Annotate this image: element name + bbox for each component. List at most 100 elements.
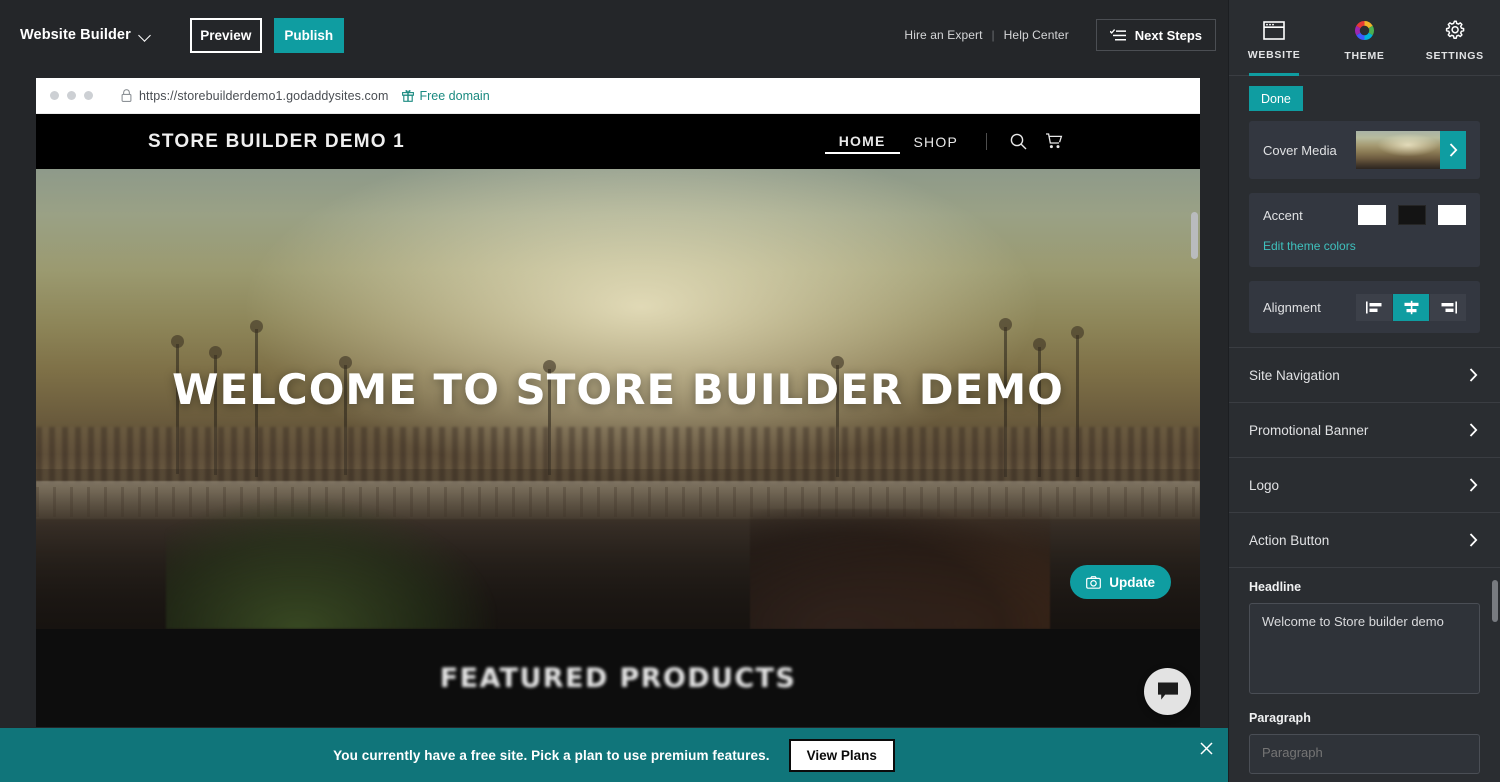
window-dot-maximize (84, 91, 93, 100)
sidebar-item-label: Action Button (1249, 532, 1330, 548)
browser-chrome-bar: https://storebuilderdemo1.godaddysites.c… (36, 78, 1200, 114)
app-root: Website Builder Preview Publish Hire an … (0, 0, 1500, 782)
tab-settings[interactable]: SETTINGS (1410, 0, 1500, 75)
site-header[interactable]: STORE BUILDER DEMO 1 HOME SHOP (36, 114, 1200, 169)
website-builder-menu[interactable]: Website Builder (20, 27, 151, 43)
sidebar-tabs: WEBSITE THEME SETTINGS (1229, 0, 1500, 76)
camera-icon (1086, 575, 1102, 589)
color-wheel-icon (1355, 20, 1374, 40)
top-toolbar-right: Hire an Expert | Help Center Next Steps (895, 19, 1228, 51)
window-dots (50, 91, 93, 100)
banner-message: You currently have a free site. Pick a p… (333, 747, 770, 763)
nav-divider (986, 133, 987, 150)
hire-an-expert-link[interactable]: Hire an Expert (895, 28, 991, 42)
decorative-plant (166, 499, 496, 629)
chevron-right-icon (1469, 533, 1478, 547)
alignment-options (1355, 293, 1466, 321)
hero-section[interactable]: WELCOME TO STORE BUILDER DEMO Update (36, 169, 1200, 629)
featured-products-section[interactable]: FEATURED PRODUCTS (36, 629, 1200, 727)
cover-media-card[interactable]: Cover Media (1249, 121, 1480, 179)
divider (1229, 567, 1500, 568)
paragraph-input[interactable] (1249, 734, 1480, 774)
view-plans-button[interactable]: View Plans (788, 738, 895, 772)
site-navigation: HOME SHOP (824, 129, 1168, 154)
shopping-cart-icon[interactable] (1036, 133, 1072, 150)
gear-icon (1446, 19, 1465, 39)
tab-theme[interactable]: THEME (1319, 0, 1409, 75)
accent-swatch-3[interactable] (1438, 205, 1466, 225)
headline-label: Headline (1249, 580, 1302, 594)
lock-icon (121, 89, 132, 102)
accent-row: Accent (1263, 205, 1466, 225)
paragraph-field-block: Paragraph (1229, 711, 1500, 779)
url-text: https://storebuilderdemo1.godaddysites.c… (139, 88, 389, 103)
chevron-down-icon (140, 30, 151, 41)
featured-products-title: FEATURED PRODUCTS (439, 662, 797, 694)
free-site-banner: You currently have a free site. Pick a p… (0, 728, 1228, 782)
decorative-couple (750, 509, 1050, 629)
sidebar-item-logo[interactable]: Logo (1229, 457, 1500, 512)
site-preview-frame: https://storebuilderdemo1.godaddysites.c… (36, 78, 1200, 727)
site-logo-text[interactable]: STORE BUILDER DEMO 1 (148, 131, 405, 153)
chevron-right-icon[interactable] (1440, 131, 1466, 169)
hero-headline[interactable]: WELCOME TO STORE BUILDER DEMO (36, 365, 1200, 414)
website-canvas[interactable]: STORE BUILDER DEMO 1 HOME SHOP WELCOME T… (36, 114, 1200, 727)
tab-website-label: WEBSITE (1247, 48, 1301, 61)
sidebar-item-site-navigation[interactable]: Site Navigation (1229, 347, 1500, 402)
headline-field-block: Headline (1229, 580, 1500, 699)
thumbnail-highlight (1375, 133, 1440, 157)
tab-settings-label: SETTINGS (1425, 49, 1484, 62)
publish-button[interactable]: Publish (273, 17, 344, 53)
sidebar-item-label: Logo (1249, 477, 1280, 493)
right-sidebar: WEBSITE THEME SETTINGS Done Cover Media … (1228, 0, 1500, 782)
checklist-icon (1109, 28, 1126, 40)
sidebar-item-label: Site Navigation (1249, 367, 1340, 383)
accent-swatches (1358, 205, 1466, 225)
tab-website[interactable]: WEBSITE (1229, 0, 1319, 76)
browser-window-icon (1263, 20, 1285, 40)
done-row: Done (1229, 76, 1500, 121)
preview-button[interactable]: Preview (189, 17, 262, 53)
done-button[interactable]: Done (1249, 86, 1303, 111)
cover-media-label: Cover Media (1263, 142, 1337, 158)
sidebar-item-action-button[interactable]: Action Button (1229, 512, 1500, 567)
alignment-label: Alignment (1263, 299, 1321, 315)
close-icon[interactable] (1196, 738, 1216, 758)
headline-input[interactable] (1249, 603, 1480, 694)
window-dot-minimize (67, 91, 76, 100)
align-center-icon[interactable] (1393, 293, 1429, 321)
top-toolbar: Website Builder Preview Publish Hire an … (0, 0, 1228, 70)
free-domain-link[interactable]: Free domain (402, 88, 490, 103)
sidebar-item-label: Promotional Banner (1249, 422, 1369, 438)
nav-link-home[interactable]: HOME (824, 129, 900, 154)
chat-bubble-icon[interactable] (1144, 668, 1191, 715)
accent-swatch-2[interactable] (1398, 205, 1426, 225)
website-builder-label: Website Builder (20, 27, 131, 43)
tab-theme-label: THEME (1344, 49, 1385, 62)
align-right-icon[interactable] (1430, 293, 1466, 321)
next-steps-button[interactable]: Next Steps (1095, 19, 1216, 51)
help-center-link[interactable]: Help Center (995, 28, 1078, 42)
accent-label: Accent (1263, 207, 1303, 223)
sidebar-item-promotional-banner[interactable]: Promotional Banner (1229, 402, 1500, 457)
paragraph-label: Paragraph (1249, 711, 1311, 725)
update-button-label: Update (1109, 574, 1155, 590)
sidebar-scrollbar[interactable] (1492, 580, 1498, 622)
cover-media-thumbnail[interactable] (1356, 131, 1466, 169)
chevron-right-icon (1469, 368, 1478, 382)
gift-icon (402, 90, 415, 102)
window-dot-close (50, 91, 59, 100)
free-domain-label: Free domain (419, 88, 490, 103)
preview-scrollbar[interactable] (1191, 212, 1198, 259)
address-bar[interactable]: https://storebuilderdemo1.godaddysites.c… (121, 89, 388, 103)
chevron-right-icon (1469, 423, 1478, 437)
edit-theme-colors-link[interactable]: Edit theme colors (1263, 239, 1466, 253)
update-cover-media-button[interactable]: Update (1070, 565, 1171, 599)
accent-card: Accent Edit theme colors (1249, 193, 1480, 267)
align-left-icon[interactable] (1356, 293, 1392, 321)
next-steps-label: Next Steps (1134, 27, 1202, 43)
search-icon[interactable] (1001, 133, 1036, 150)
alignment-card: Alignment (1249, 281, 1480, 333)
accent-swatch-1[interactable] (1358, 205, 1386, 225)
nav-link-shop[interactable]: SHOP (900, 130, 972, 154)
